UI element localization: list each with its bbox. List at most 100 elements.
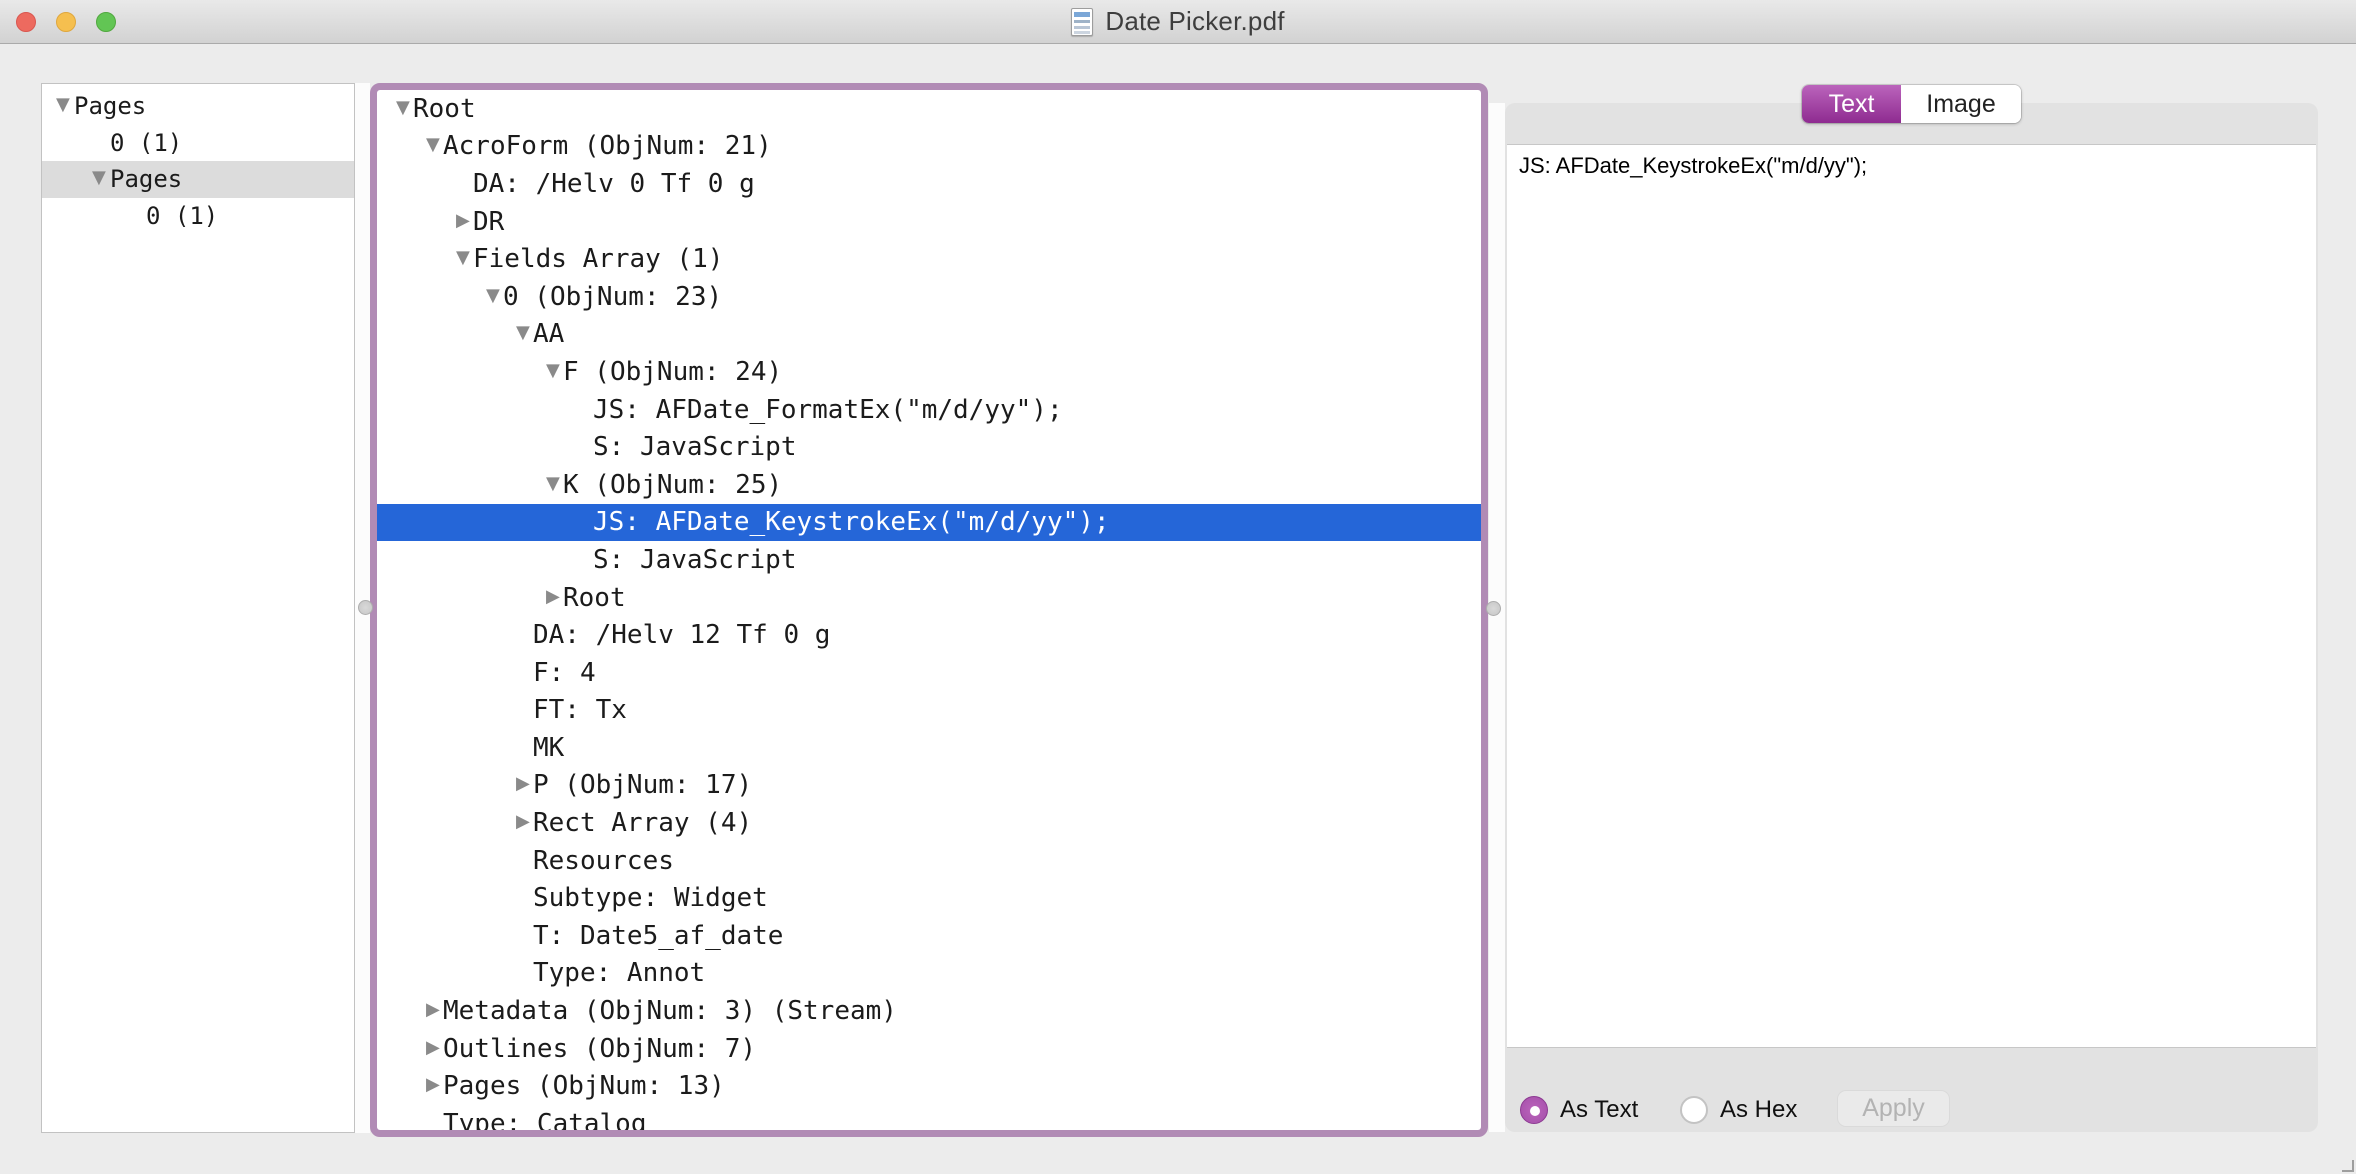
content-text-area[interactable]: JS: AFDate_KeystrokeEx("m/d/yy"); xyxy=(1507,144,2316,1048)
disclosure-triangle-down-icon[interactable]: ▼ xyxy=(56,96,74,114)
right-splitter[interactable] xyxy=(1489,103,1505,1132)
inspector-footer: As Text As Hex Apply xyxy=(1505,1048,2318,1132)
disclosure-triangle-right-icon[interactable]: ▶ xyxy=(426,1076,443,1094)
tree-row-label: Fields Array (1) xyxy=(473,244,723,274)
zoom-icon[interactable] xyxy=(96,12,116,32)
tree-row-label: Type: Catalog xyxy=(443,1109,647,1137)
tree-row[interactable]: ▼Pages xyxy=(42,88,354,125)
tree-row-label: Root xyxy=(413,94,476,124)
close-icon[interactable] xyxy=(16,12,36,32)
disclosure-triangle-down-icon[interactable]: ▼ xyxy=(486,287,503,305)
tree-row-label: AcroForm (ObjNum: 21) xyxy=(443,131,772,161)
apply-button[interactable]: Apply xyxy=(1837,1090,1950,1127)
tree-row[interactable]: JS: AFDate_FormatEx("m/d/yy"); xyxy=(377,391,1481,429)
tree-row[interactable]: T: Date5_af_date xyxy=(377,917,1481,955)
pages-tree: ▼Pages0 (1)▼Pages0 (1) xyxy=(42,88,354,234)
tree-row[interactable]: ▼Root xyxy=(377,90,1481,128)
disclosure-triangle-down-icon[interactable]: ▼ xyxy=(546,362,563,380)
as-text-radio-group: As Text xyxy=(1520,1092,1638,1128)
disclosure-triangle-right-icon[interactable]: ▶ xyxy=(426,1001,443,1019)
disclosure-triangle-down-icon[interactable]: ▼ xyxy=(426,136,443,154)
tree-row[interactable]: ▼AA xyxy=(377,316,1481,354)
tree-row-label: Pages xyxy=(74,92,146,120)
tree-row[interactable]: 0 (1) xyxy=(42,125,354,162)
left-splitter-handle[interactable] xyxy=(358,600,373,615)
tree-row-label: AA xyxy=(533,319,564,349)
tree-row[interactable]: DA: /Helv 0 Tf 0 g xyxy=(377,165,1481,203)
tree-row-label: JS: AFDate_KeystrokeEx("m/d/yy"); xyxy=(593,507,1110,537)
tree-row-label: P (ObjNum: 17) xyxy=(533,770,752,800)
tree-row[interactable]: ▶Root xyxy=(377,579,1481,617)
tree-row-label: S: JavaScript xyxy=(593,545,797,575)
tree-row[interactable]: ▼F (ObjNum: 24) xyxy=(377,353,1481,391)
document-icon[interactable] xyxy=(1071,8,1093,36)
tree-row-label: Pages (ObjNum: 13) xyxy=(443,1071,725,1101)
disclosure-triangle-down-icon[interactable]: ▼ xyxy=(396,99,413,117)
tree-row[interactable]: DA: /Helv 12 Tf 0 g xyxy=(377,616,1481,654)
tree-row-label: DR xyxy=(473,207,504,237)
as-hex-radio[interactable] xyxy=(1680,1096,1708,1124)
tree-row-label: JS: AFDate_FormatEx("m/d/yy"); xyxy=(593,395,1063,425)
disclosure-triangle-right-icon[interactable]: ▶ xyxy=(426,1039,443,1057)
tree-row-label: Resources xyxy=(533,846,674,876)
inspector-panel: Text Image JS: AFDate_KeystrokeEx("m/d/y… xyxy=(1505,103,2318,1132)
disclosure-triangle-right-icon[interactable]: ▶ xyxy=(516,813,533,831)
disclosure-triangle-down-icon[interactable]: ▼ xyxy=(92,169,110,187)
tree-row[interactable]: Resources xyxy=(377,842,1481,880)
tree-row-label: 0 (1) xyxy=(110,129,182,157)
tree-row[interactable]: MK xyxy=(377,729,1481,767)
tree-row[interactable]: 0 (1) xyxy=(42,198,354,235)
pages-sidebar: ▼Pages0 (1)▼Pages0 (1) xyxy=(41,83,355,1133)
tree-row[interactable]: F: 4 xyxy=(377,654,1481,692)
tree-row-label: Type: Annot xyxy=(533,958,705,988)
disclosure-triangle-right-icon[interactable]: ▶ xyxy=(546,588,563,606)
tree-row[interactable]: ▶Outlines (ObjNum: 7) xyxy=(377,1030,1481,1068)
tree-row[interactable]: ▶Rect Array (4) xyxy=(377,804,1481,842)
tree-row[interactable]: ▼AcroForm (ObjNum: 21) xyxy=(377,128,1481,166)
disclosure-triangle-down-icon[interactable]: ▼ xyxy=(456,249,473,267)
as-hex-radio-group: As Hex xyxy=(1680,1092,1797,1128)
tree-row[interactable]: ▶Pages (ObjNum: 13) xyxy=(377,1067,1481,1105)
tree-row-label: Subtype: Widget xyxy=(533,883,768,913)
title-bar: Date Picker.pdf xyxy=(0,0,2356,44)
tree-row-label: Root xyxy=(563,583,626,613)
tree-row[interactable]: ▶Metadata (ObjNum: 3) (Stream) xyxy=(377,992,1481,1030)
tree-row-label: DA: /Helv 0 Tf 0 g xyxy=(473,169,755,199)
tree-row-label: F (ObjNum: 24) xyxy=(563,357,782,387)
tab-image[interactable]: Image xyxy=(1901,85,2021,123)
disclosure-triangle-down-icon[interactable]: ▼ xyxy=(546,475,563,493)
tree-row[interactable]: S: JavaScript xyxy=(377,541,1481,579)
disclosure-triangle-right-icon[interactable]: ▶ xyxy=(456,212,473,230)
tree-row-label: FT: Tx xyxy=(533,695,627,725)
tree-row[interactable]: S: JavaScript xyxy=(377,428,1481,466)
resize-grip[interactable] xyxy=(2342,1160,2354,1172)
tree-row-label: S: JavaScript xyxy=(593,432,797,462)
tree-row-label: T: Date5_af_date xyxy=(533,921,783,951)
right-splitter-handle[interactable] xyxy=(1486,601,1501,616)
tree-row[interactable]: ▶DR xyxy=(377,203,1481,241)
minimize-icon[interactable] xyxy=(56,12,76,32)
disclosure-triangle-right-icon[interactable]: ▶ xyxy=(516,775,533,793)
as-text-radio[interactable] xyxy=(1520,1096,1548,1124)
window-title: Date Picker.pdf xyxy=(1105,6,1284,37)
tree-row-label: DA: /Helv 12 Tf 0 g xyxy=(533,620,830,650)
tree-row[interactable]: Subtype: Widget xyxy=(377,879,1481,917)
tree-row[interactable]: JS: AFDate_KeystrokeEx("m/d/yy"); xyxy=(377,504,1481,542)
tree-row[interactable]: ▶P (ObjNum: 17) xyxy=(377,767,1481,805)
tree-row[interactable]: Type: Annot xyxy=(377,955,1481,993)
pdf-object-tree: ▼Root▼AcroForm (ObjNum: 21)DA: /Helv 0 T… xyxy=(377,90,1481,1137)
tree-row-label: F: 4 xyxy=(533,658,596,688)
as-text-label: As Text xyxy=(1560,1096,1638,1124)
disclosure-triangle-down-icon[interactable]: ▼ xyxy=(516,324,533,342)
tab-text[interactable]: Text xyxy=(1802,85,1901,123)
window: { "window": { "title": "Date Picker.pdf"… xyxy=(0,0,2356,1174)
tree-row[interactable]: ▼Fields Array (1) xyxy=(377,240,1481,278)
tree-row[interactable]: ▼0 (ObjNum: 23) xyxy=(377,278,1481,316)
tree-row-label: K (ObjNum: 25) xyxy=(563,470,782,500)
tree-row[interactable]: FT: Tx xyxy=(377,692,1481,730)
tree-row[interactable]: ▼Pages xyxy=(42,161,354,198)
text-image-segmented-control: Text Image xyxy=(1802,85,2021,123)
tree-row[interactable]: ▼K (ObjNum: 25) xyxy=(377,466,1481,504)
tree-row[interactable]: Type: Catalog xyxy=(377,1105,1481,1137)
tree-row-label: Rect Array (4) xyxy=(533,808,752,838)
